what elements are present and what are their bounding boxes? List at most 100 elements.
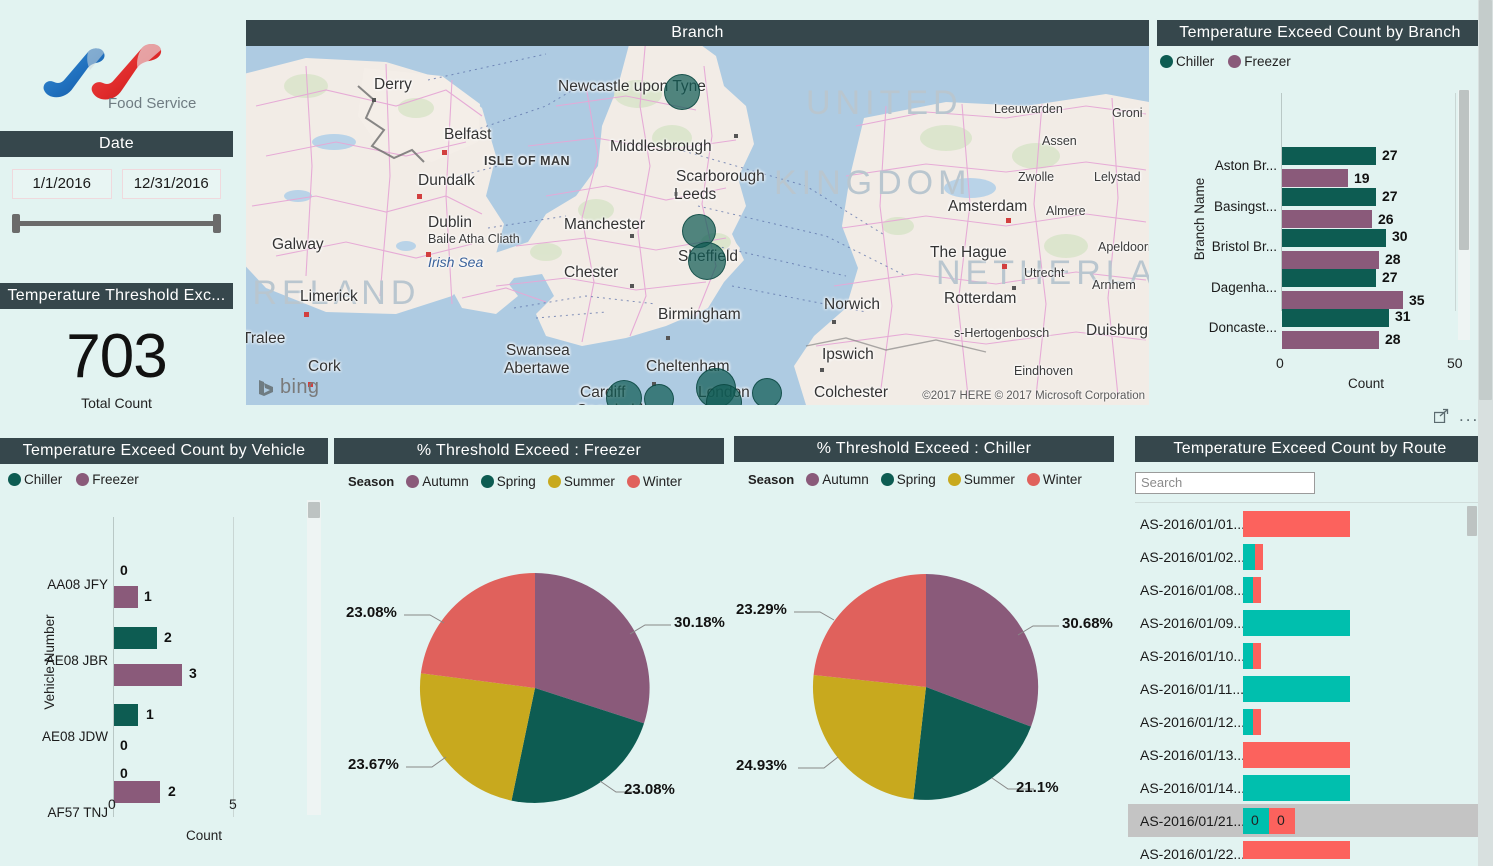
legend-item-autumn[interactable]: Autumn bbox=[806, 472, 869, 487]
route-bar-teal[interactable] bbox=[1243, 775, 1350, 801]
page-scrollbar[interactable] bbox=[1478, 0, 1493, 866]
route-list-item[interactable]: AS-2016/01/09... bbox=[1128, 606, 1493, 639]
branch-bar-chiller[interactable] bbox=[1282, 309, 1389, 327]
route-bar-red[interactable] bbox=[1253, 709, 1261, 735]
map-city-duisburg: Duisburg bbox=[1086, 322, 1148, 340]
route-list-item[interactable]: AS-2016/01/08... bbox=[1128, 573, 1493, 606]
legend-item-freezer[interactable]: Freezer bbox=[76, 472, 139, 487]
legend-label-spring: Spring bbox=[497, 474, 536, 489]
pie-label-autumn: 30.68% bbox=[1062, 615, 1113, 632]
route-bar-teal[interactable] bbox=[1243, 610, 1350, 636]
branch-bar-freezer[interactable] bbox=[1282, 331, 1379, 349]
vehicle-chart-scroll-thumb[interactable] bbox=[308, 502, 320, 518]
route-bar-red[interactable] bbox=[1253, 643, 1261, 669]
branch-bar-chiller[interactable] bbox=[1282, 229, 1386, 247]
vehicle-chart-scrollbar[interactable] bbox=[307, 500, 321, 815]
date-end-input[interactable]: 12/31/2016 bbox=[122, 169, 222, 199]
route-bar-teal[interactable] bbox=[1243, 676, 1350, 702]
legend-swatch-chiller-icon bbox=[1160, 55, 1173, 68]
focus-mode-icon[interactable] bbox=[1434, 408, 1449, 423]
vehicle-bar-chiller[interactable] bbox=[114, 704, 138, 726]
route-bar-red[interactable] bbox=[1243, 511, 1350, 537]
branch-bar-chiller[interactable] bbox=[1282, 269, 1376, 287]
legend-item-summer[interactable]: Summer bbox=[948, 472, 1015, 487]
branch-map[interactable]: UNITED KINGDOM IRELAND NETHERLAN Irish S… bbox=[246, 46, 1149, 405]
legend-label-winter: Winter bbox=[643, 474, 682, 489]
route-bar-teal[interactable] bbox=[1243, 544, 1255, 570]
route-list-item-selected[interactable]: AS-2016/01/21... 0 0 bbox=[1128, 804, 1493, 837]
vehicle-bar-freezer[interactable] bbox=[114, 781, 160, 803]
legend-item-autumn[interactable]: Autumn bbox=[406, 474, 469, 489]
legend-item-winter[interactable]: Winter bbox=[627, 474, 682, 489]
pie-label-winter: 23.29% bbox=[736, 601, 787, 618]
legend-item-winter[interactable]: Winter bbox=[1027, 472, 1082, 487]
vehicle-chart-title: Temperature Exceed Count by Vehicle bbox=[0, 438, 328, 464]
route-list-item[interactable]: AS-2016/01/10... bbox=[1128, 639, 1493, 672]
branch-chart-scrollbar[interactable] bbox=[1458, 90, 1470, 340]
chiller-pie-svg[interactable] bbox=[734, 487, 1116, 817]
date-range-inputs: 1/1/2016 12/31/2016 bbox=[0, 157, 233, 199]
route-list-item[interactable]: AS-2016/01/13... bbox=[1128, 738, 1493, 771]
map-city-dublin: Dublin bbox=[428, 214, 472, 232]
route-chart-card: Temperature Exceed Count by Route Search… bbox=[1128, 436, 1493, 866]
kpi-title: Temperature Threshold Exc... bbox=[0, 283, 233, 309]
map-bubble-branch[interactable] bbox=[664, 74, 700, 110]
slider-handle-left[interactable] bbox=[12, 214, 20, 233]
legend-item-summer[interactable]: Summer bbox=[548, 474, 615, 489]
more-options-icon[interactable]: ... bbox=[1459, 411, 1479, 421]
vehicle-bar-freezer[interactable] bbox=[114, 664, 182, 686]
branch-bar-value: 27 bbox=[1382, 147, 1398, 163]
route-bar-teal[interactable] bbox=[1243, 709, 1253, 735]
route-list-item[interactable]: AS-2016/01/14... bbox=[1128, 771, 1493, 804]
page-scroll-thumb[interactable] bbox=[1479, 0, 1492, 400]
legend-item-spring[interactable]: Spring bbox=[881, 472, 936, 487]
map-bubble-branch[interactable] bbox=[752, 378, 782, 405]
branch-bar-freezer[interactable] bbox=[1282, 291, 1403, 309]
branch-bar-freezer[interactable] bbox=[1282, 169, 1348, 187]
route-list-item[interactable]: AS-2016/01/11... bbox=[1128, 672, 1493, 705]
branch-bar-freezer[interactable] bbox=[1282, 251, 1379, 269]
vehicle-bar-chiller[interactable] bbox=[114, 627, 157, 649]
map-city-apeldoorn: Apeldoorn bbox=[1098, 240, 1149, 254]
legend-item-spring[interactable]: Spring bbox=[481, 474, 536, 489]
vehicle-plot-area[interactable]: Vehicle Number AA08 JFY 0 1 AE08 JBR 2 3… bbox=[0, 487, 328, 817]
route-bar-group bbox=[1243, 544, 1493, 570]
route-bar-red[interactable] bbox=[1253, 577, 1261, 603]
route-search-input[interactable]: Search bbox=[1135, 472, 1315, 494]
route-list-item[interactable]: AS-2016/01/22... bbox=[1128, 837, 1493, 859]
legend-item-chiller[interactable]: Chiller bbox=[8, 472, 62, 487]
map-bubble-branch[interactable] bbox=[688, 242, 726, 280]
map-city-the-hague: The Hague bbox=[930, 244, 1007, 262]
route-bar-red[interactable] bbox=[1243, 841, 1350, 860]
branch-chart-scroll-thumb[interactable] bbox=[1459, 90, 1469, 250]
legend-item-chiller[interactable]: Chiller bbox=[1160, 54, 1214, 69]
vehicle-bar-value: 2 bbox=[164, 629, 172, 645]
route-bar-red[interactable] bbox=[1243, 742, 1350, 768]
branch-bar-freezer[interactable] bbox=[1282, 210, 1372, 228]
route-bar-teal[interactable] bbox=[1243, 577, 1253, 603]
map-dot-chester bbox=[630, 284, 634, 288]
chiller-pie-plot[interactable]: 30.68% 23.29% 24.93% 21.1% bbox=[734, 487, 1116, 817]
legend-swatch-freezer-icon bbox=[76, 473, 89, 486]
route-list[interactable]: AS-2016/01/01... AS-2016/01/02... AS-201… bbox=[1128, 507, 1493, 859]
map-city-leeuwarden: Leeuwarden bbox=[994, 102, 1063, 116]
freezer-pie-plot[interactable]: 30.18% 23.08% 23.67% 23.08% bbox=[334, 489, 726, 819]
date-start-input[interactable]: 1/1/2016 bbox=[12, 169, 112, 199]
vehicle-bar-freezer[interactable] bbox=[114, 586, 138, 608]
map-dot-the-hague bbox=[1002, 264, 1007, 269]
route-list-item[interactable]: AS-2016/01/02... bbox=[1128, 540, 1493, 573]
route-list-item[interactable]: AS-2016/01/12... bbox=[1128, 705, 1493, 738]
route-list-scroll-thumb[interactable] bbox=[1467, 506, 1477, 536]
legend-item-freezer[interactable]: Freezer bbox=[1228, 54, 1291, 69]
slider-handle-right[interactable] bbox=[213, 214, 221, 233]
branch-plot-area[interactable]: Branch Name Aston Br... 27 19 Basingst..… bbox=[1152, 69, 1493, 369]
legend-label-autumn: Autumn bbox=[822, 472, 869, 487]
branch-bar-chiller[interactable] bbox=[1282, 188, 1376, 206]
branch-bar-chiller[interactable] bbox=[1282, 147, 1376, 165]
route-list-item[interactable]: AS-2016/01/01... bbox=[1128, 507, 1493, 540]
date-range-slider[interactable] bbox=[12, 209, 221, 239]
route-list-scrollbar[interactable] bbox=[1466, 506, 1478, 846]
map-label-isle-of-man: ISLE OF MAN bbox=[484, 154, 570, 168]
route-bar-teal[interactable] bbox=[1243, 643, 1253, 669]
route-bar-red[interactable] bbox=[1255, 544, 1263, 570]
